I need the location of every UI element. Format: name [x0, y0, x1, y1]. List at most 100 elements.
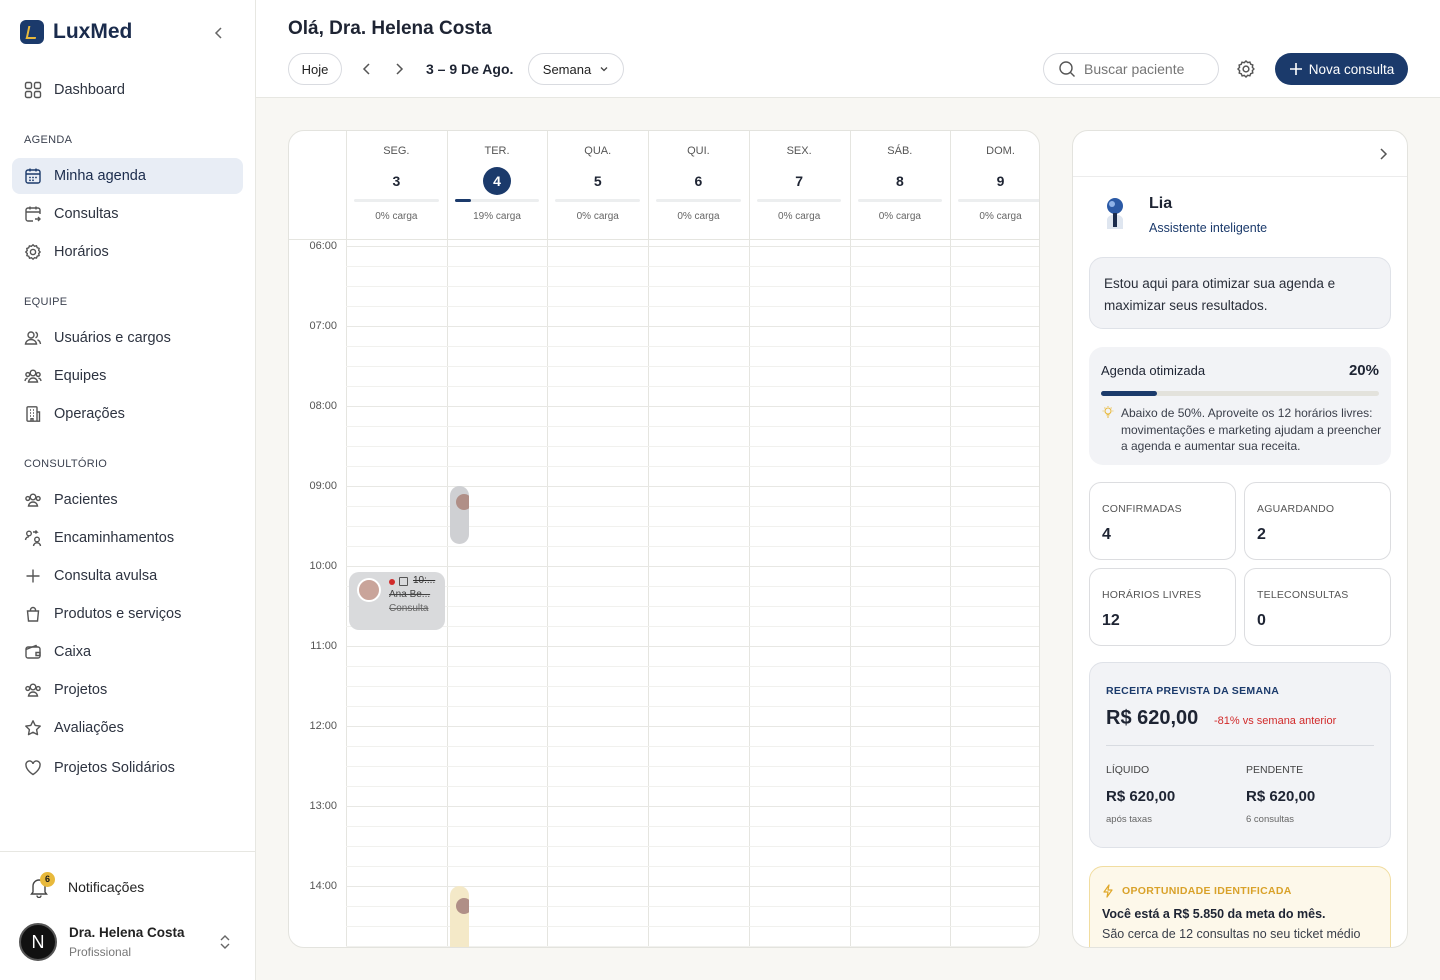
load-bar	[354, 199, 439, 202]
load-bar	[857, 199, 943, 202]
sidebar-item-horarios[interactable]: Horários	[12, 234, 243, 270]
search-box[interactable]	[1043, 53, 1219, 85]
sidebar-item-projetos-solidarios[interactable]: Projetos Solidários	[12, 750, 243, 786]
collapse-sidebar-icon[interactable]	[210, 24, 228, 42]
quarter-line	[346, 586, 1039, 587]
sidebar-item-label: Produtos e serviços	[54, 606, 182, 622]
pending-value: R$ 620,00	[1246, 788, 1316, 805]
stat-label: HORÁRIOS LIVRES	[1102, 589, 1202, 601]
day-name: QUI.	[687, 145, 710, 157]
sidebar-item-pacientes[interactable]: Pacientes	[12, 482, 243, 518]
today-button[interactable]: Hoje	[288, 53, 342, 85]
notifications-button[interactable]: 6 Notificações	[28, 872, 144, 899]
assistant-avatar-icon	[1101, 195, 1131, 236]
day-name: SEX.	[786, 145, 812, 157]
team-icon	[24, 369, 42, 383]
user-name: Dra. Helena Costa	[69, 925, 185, 940]
sidebar-item-consulta-avulsa[interactable]: Consulta avulsa	[12, 558, 243, 594]
optimization-bar	[1101, 391, 1379, 396]
sidebar-item-label: Consulta avulsa	[54, 568, 158, 584]
sidebar-item-label: Usuários e cargos	[54, 330, 171, 346]
quarter-line	[346, 786, 1039, 787]
day-header[interactable]: DOM. 9 0% carga	[950, 131, 1039, 239]
optimization-percent: 20%	[1348, 362, 1379, 379]
quarter-line	[346, 666, 1039, 667]
stat-teleconsults: TELECONSULTAS 0	[1244, 568, 1391, 646]
user-role: Profissional	[69, 945, 132, 959]
sidebar-item-caixa[interactable]: Caixa	[12, 634, 243, 670]
load-bar	[756, 199, 842, 202]
sidebar-item-label: Dashboard	[54, 82, 125, 98]
appointment-card[interactable]	[449, 486, 469, 544]
pending-label: PENDENTE	[1246, 764, 1304, 776]
building-icon	[26, 406, 41, 422]
heart-icon	[25, 760, 41, 776]
patient-avatar	[455, 898, 469, 914]
patient-avatar	[357, 578, 381, 602]
stat-value: 0	[1257, 612, 1266, 629]
appointment-card[interactable]	[449, 886, 469, 947]
view-select[interactable]: Semana	[528, 53, 624, 85]
hour-label: 08:00	[309, 400, 337, 412]
day-header[interactable]: SÁB. 8 0% carga	[850, 131, 951, 239]
sidebar-item-minha-agenda[interactable]: Minha agenda	[12, 158, 243, 194]
day-header[interactable]: SEG. 3 0% carga	[346, 131, 447, 239]
day-number: 3	[392, 173, 401, 189]
optimization-card: Agenda otimizada 20% Abaixo de 50%. Apro…	[1089, 347, 1391, 465]
stat-label: AGUARDANDO	[1257, 503, 1335, 515]
hour-label: 06:00	[309, 240, 337, 252]
brand[interactable]: LuxMed	[20, 20, 132, 44]
projects-icon	[25, 683, 41, 697]
sidebar-item-avaliacoes[interactable]: Avaliações	[12, 710, 243, 746]
search-input[interactable]	[1084, 61, 1204, 77]
new-appointment-button[interactable]: Nova consulta	[1275, 53, 1408, 85]
day-header[interactable]: QUI. 6 0% carga	[648, 131, 749, 239]
appointment-card[interactable]: 10:... Ana Be... Consulta	[349, 572, 445, 630]
hour-line	[346, 486, 1039, 487]
quarter-line	[346, 766, 1039, 767]
net-note: após taxas	[1106, 814, 1152, 825]
sidebar-item-usuarios-e-cargos[interactable]: Usuários e cargos	[12, 320, 243, 356]
patient-avatar	[455, 494, 469, 510]
stat-free-slots: HORÁRIOS LIVRES 12	[1089, 568, 1236, 646]
day-number: 4	[483, 167, 512, 195]
sidebar-item-projetos[interactable]: Projetos	[12, 672, 243, 708]
stat-value: 4	[1102, 526, 1111, 543]
sidebar-item-operacoes[interactable]: Operações	[12, 396, 243, 432]
hour-label: 10:00	[309, 560, 337, 572]
assistant-name: Lia	[1149, 195, 1173, 212]
opportunity-text: São cerca de 12 consultas no seu ticket …	[1102, 927, 1361, 941]
next-week-icon[interactable]	[392, 62, 406, 79]
sidebar-item-consultas[interactable]: Consultas	[12, 196, 243, 232]
prev-week-icon[interactable]	[360, 62, 374, 79]
day-header[interactable]: TER. 4 19% carga	[447, 131, 548, 239]
day-header[interactable]: SEX. 7 0% carga	[749, 131, 850, 239]
calendar-header-border	[289, 239, 1039, 240]
gear-clock-icon	[24, 243, 42, 261]
quarter-line	[346, 546, 1039, 547]
opportunity-card[interactable]: OPORTUNIDADE IDENTIFICADA Você está a R$…	[1089, 866, 1391, 947]
quarter-line	[346, 426, 1039, 427]
hour-line	[346, 726, 1039, 727]
optimization-bar-fill	[1101, 391, 1157, 396]
net-value: R$ 620,00	[1106, 788, 1176, 805]
page-title: Olá, Dra. Helena Costa	[288, 18, 492, 39]
new-appointment-label: Nova consulta	[1308, 61, 1395, 77]
chevron-up-down-icon[interactable]	[218, 934, 232, 951]
gear-icon[interactable]	[1236, 59, 1256, 79]
hour-line	[346, 406, 1039, 407]
user-menu[interactable]: N Dra. Helena Costa Profissional	[19, 923, 185, 961]
sidebar-item-dashboard[interactable]: Dashboard	[12, 72, 243, 108]
panel-header	[1073, 131, 1407, 177]
load-bar-fill	[454, 199, 471, 202]
sidebar-item-encaminhamentos[interactable]: Encaminhamentos	[12, 520, 243, 556]
quarter-line	[346, 466, 1039, 467]
optimization-tip: Abaixo de 50%. Aproveite os 12 horários …	[1121, 406, 1382, 453]
day-header[interactable]: QUA. 5 0% carga	[547, 131, 648, 239]
chevron-right-icon[interactable]	[1375, 146, 1391, 167]
calendar-icon	[25, 168, 41, 184]
sidebar-item-produtos-e-servicos[interactable]: Produtos e serviços	[12, 596, 243, 632]
star-icon	[25, 720, 41, 736]
patients-icon	[25, 493, 41, 507]
sidebar-item-equipes[interactable]: Equipes	[12, 358, 243, 394]
